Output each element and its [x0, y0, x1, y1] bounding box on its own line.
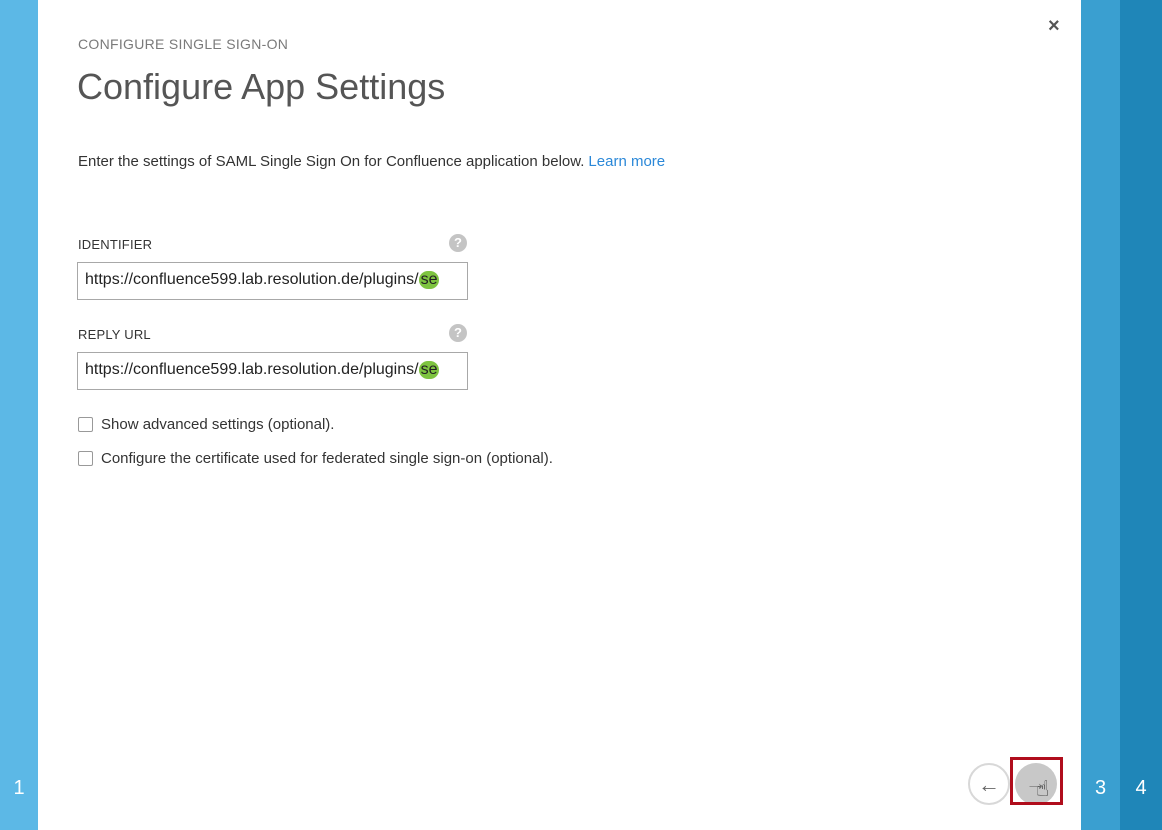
wizard-step-number: 1	[13, 777, 25, 799]
question-circle-icon[interactable]: ?	[449, 324, 467, 342]
wizard-step-number: 3	[1094, 777, 1107, 799]
advanced-settings-checkbox[interactable]	[78, 417, 93, 432]
certificate-checkbox[interactable]	[78, 451, 93, 466]
wizard-step-rail-1[interactable]: 1	[0, 0, 38, 830]
back-button[interactable]: ←	[968, 763, 1010, 805]
identifier-label: IDENTIFIER	[78, 237, 153, 252]
intro-text: Enter the settings of SAML Single Sign O…	[78, 153, 665, 170]
identifier-value-main: https://confluence599.lab.resolution.de/…	[85, 271, 419, 288]
advanced-settings-label: Show advanced settings (optional).	[101, 416, 335, 433]
wizard-step-rail-4[interactable]: 4	[1120, 0, 1162, 830]
identifier-input[interactable]: https://confluence599.lab.resolution.de/…	[77, 262, 468, 300]
identifier-value: https://confluence599.lab.resolution.de/…	[85, 271, 440, 289]
wizard-step-rail-3[interactable]: 3	[1081, 0, 1120, 830]
reply-url-value-main: https://confluence599.lab.resolution.de/…	[85, 361, 419, 378]
question-circle-icon[interactable]: ?	[449, 234, 467, 252]
wizard-label: CONFIGURE SINGLE SIGN-ON	[78, 36, 289, 52]
intro-description: Enter the settings of SAML Single Sign O…	[78, 153, 585, 170]
configure-sso-panel: × CONFIGURE SINGLE SIGN-ON Configure App…	[38, 0, 1081, 830]
reply-url-value-tail: se	[418, 361, 440, 379]
page-title: Configure App Settings	[77, 66, 446, 107]
learn-more-link[interactable]: Learn more	[588, 153, 665, 170]
certificate-option[interactable]: Configure the certificate used for feder…	[78, 450, 553, 467]
reply-url-value: https://confluence599.lab.resolution.de/…	[85, 361, 440, 379]
advanced-settings-option[interactable]: Show advanced settings (optional).	[78, 416, 334, 433]
wizard-step-number: 4	[1135, 777, 1147, 799]
reply-url-input[interactable]: https://confluence599.lab.resolution.de/…	[77, 352, 468, 390]
reply-url-label: REPLY URL	[78, 327, 151, 342]
arrow-left-icon: ←	[978, 772, 1000, 797]
certificate-label: Configure the certificate used for feder…	[101, 450, 553, 467]
hand-pointer-icon: ☝	[1036, 776, 1050, 801]
identifier-value-tail: se	[418, 271, 440, 289]
close-icon[interactable]: ×	[1048, 16, 1064, 36]
